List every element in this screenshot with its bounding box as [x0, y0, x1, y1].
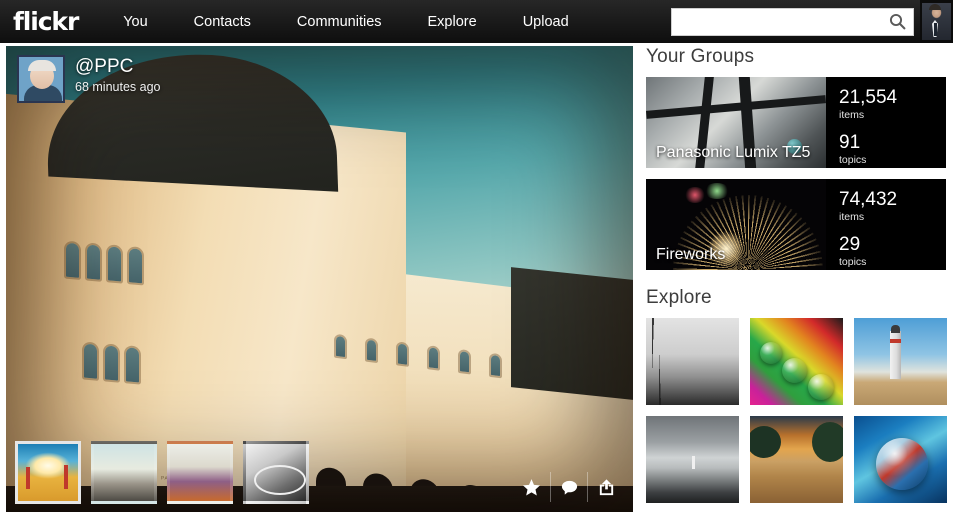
window-row-middle — [84, 343, 139, 383]
explore-photo-moody-seascape[interactable] — [646, 416, 739, 503]
search-button[interactable] — [881, 9, 913, 35]
group-topics-count: 29 — [839, 233, 861, 255]
nav-user-avatar[interactable] — [920, 0, 953, 43]
explore-heading: Explore — [646, 287, 712, 308]
avatar-tie — [934, 23, 937, 36]
your-groups-heading: Your Groups — [646, 46, 755, 67]
group-items-count: 74,432 — [839, 189, 898, 210]
photo-timestamp: 68 minutes ago — [75, 79, 161, 94]
group-items-label: items — [839, 108, 865, 121]
thumbnail-beach-umbrellas[interactable] — [15, 441, 81, 504]
group-name: Fireworks — [656, 246, 726, 263]
window — [66, 242, 79, 278]
firework-spark — [684, 187, 706, 203]
group-topics-label: topics — [839, 255, 867, 268]
nav-item-you[interactable]: You — [100, 14, 170, 30]
explore-photo-grid — [646, 318, 947, 503]
explore-photo-golden-beach-sunset[interactable] — [750, 416, 843, 503]
thumbnail-shoreline[interactable] — [91, 441, 157, 504]
explore-photo-misty-forest[interactable] — [646, 318, 739, 405]
avatar-hair — [928, 4, 941, 10]
right-sidebar: Your Groups Panasonic Lumix TZ5 21,554 i… — [646, 46, 947, 503]
photo-action-bar — [513, 472, 624, 502]
group-topics-stat: 91 topics — [839, 131, 946, 166]
firework-spark — [704, 183, 730, 199]
window — [398, 343, 407, 365]
star-icon — [522, 478, 541, 495]
lighthouse-lantern — [891, 325, 900, 333]
water-droplet — [782, 358, 807, 383]
thumbnail-city-park[interactable] — [167, 441, 233, 504]
search-icon — [889, 13, 905, 30]
comment-button[interactable] — [550, 472, 587, 502]
top-navigation-bar: flickr You Contacts Communities Explore … — [0, 0, 953, 43]
group-items-count: 21,554 — [839, 87, 898, 108]
window — [367, 339, 376, 361]
window-row-upper — [66, 242, 142, 284]
main-nav-links: You Contacts Communities Explore Upload — [100, 14, 591, 30]
water-droplet — [760, 342, 782, 364]
group-items-label: items — [839, 210, 865, 223]
group-thumbnail: Fireworks — [646, 179, 826, 270]
photo-author-avatar[interactable] — [17, 55, 65, 103]
share-button[interactable] — [587, 472, 624, 502]
group-items-stat: 21,554 items — [839, 88, 946, 121]
louvre-far-roof — [511, 267, 633, 401]
explore-photo-lighthouse-beach[interactable] — [854, 318, 947, 405]
window — [108, 246, 121, 282]
featured-photo-stage[interactable]: PAVILLON RICHELIEU @PPC 68 minutes ago — [6, 46, 633, 512]
group-topics-label: topics — [839, 153, 867, 166]
window — [87, 244, 100, 280]
nav-right-cluster — [671, 0, 953, 43]
group-card-panasonic-lumix-tz5[interactable]: Panasonic Lumix TZ5 21,554 items 91 topi… — [646, 77, 946, 168]
comment-icon — [561, 480, 577, 495]
window — [336, 335, 345, 358]
photo-thumbnail-strip — [15, 441, 309, 504]
window — [126, 347, 139, 383]
photo-author-meta: @PPC 68 minutes ago — [75, 55, 160, 94]
glass-sphere — [876, 438, 928, 490]
group-stats: 74,432 items 29 topics — [826, 179, 946, 270]
thumbnail-monochrome-pool[interactable] — [243, 441, 309, 504]
group-thumbnail: Panasonic Lumix TZ5 — [646, 77, 826, 168]
window — [129, 248, 142, 284]
search-input[interactable] — [672, 8, 881, 35]
nav-item-contacts[interactable]: Contacts — [171, 14, 274, 30]
group-topics-count: 91 — [839, 131, 861, 153]
group-topics-stat: 29 topics — [839, 233, 946, 268]
window — [460, 351, 469, 373]
lighthouse-band — [890, 339, 901, 343]
explore-photo-blue-glass-sphere[interactable] — [854, 416, 947, 503]
window — [491, 354, 500, 377]
favorite-button[interactable] — [513, 472, 550, 502]
group-card-fireworks[interactable]: Fireworks 74,432 items 29 topics — [646, 179, 946, 270]
avatar-hair — [28, 60, 56, 71]
tree-silhouette — [750, 426, 781, 458]
photo-author-overlay: @PPC 68 minutes ago — [17, 55, 160, 103]
group-name: Panasonic Lumix TZ5 — [656, 144, 811, 161]
group-items-stat: 74,432 items — [839, 190, 946, 223]
photo-author-name[interactable]: @PPC — [75, 56, 160, 78]
window — [105, 345, 118, 381]
explore-photo-rainbow-water-droplets[interactable] — [750, 318, 843, 405]
search-box[interactable] — [671, 7, 914, 36]
tree-silhouette — [812, 422, 843, 462]
flickr-logo[interactable]: flickr — [13, 9, 79, 34]
window — [429, 347, 438, 369]
group-stats: 21,554 items 91 topics — [826, 77, 946, 168]
nav-item-explore[interactable]: Explore — [405, 14, 500, 30]
water-droplet — [808, 374, 834, 400]
window — [84, 343, 97, 379]
nav-item-upload[interactable]: Upload — [500, 14, 592, 30]
machine-bar — [646, 95, 826, 119]
share-icon — [599, 478, 613, 495]
nav-item-communities[interactable]: Communities — [274, 14, 405, 30]
